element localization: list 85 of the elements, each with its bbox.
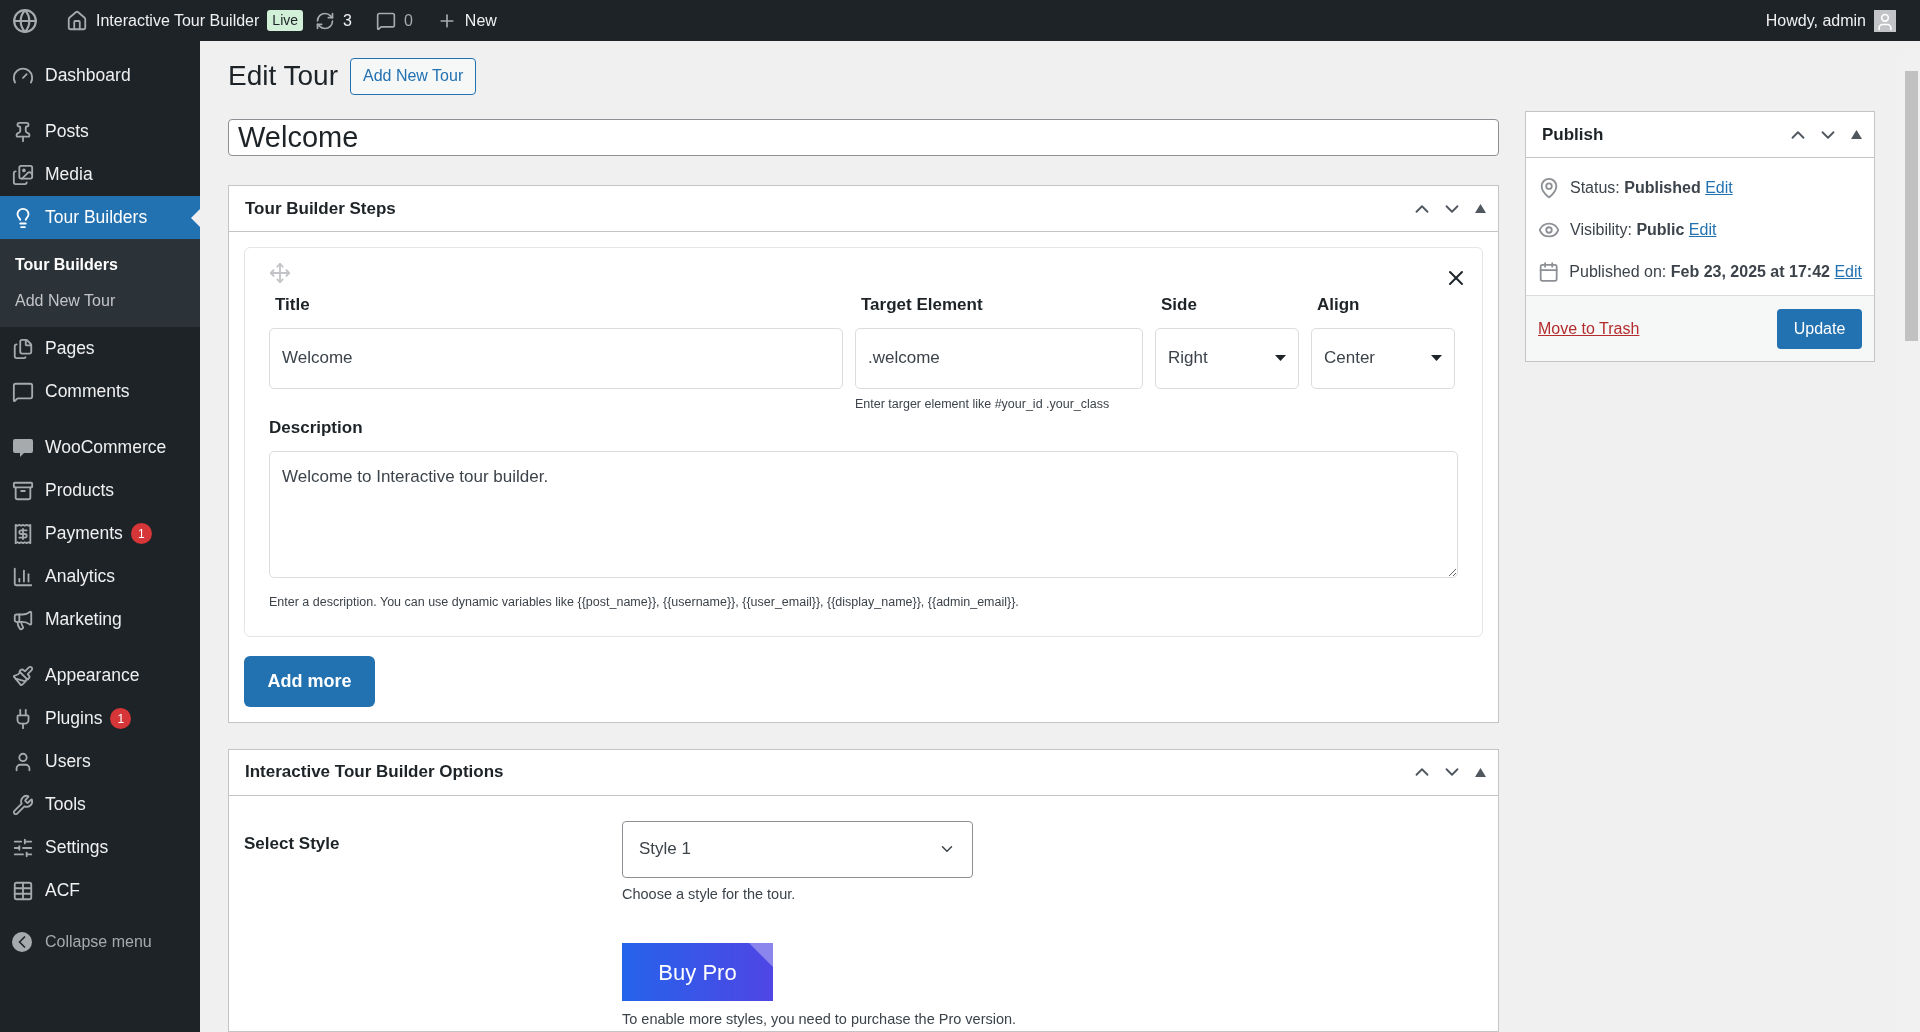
sidebar-item[interactable]: Analytics	[0, 555, 200, 598]
sidebar-item[interactable]: Users	[0, 740, 200, 783]
megaphone-icon	[12, 608, 34, 631]
dropdown-caret-icon	[1275, 355, 1286, 361]
target-hint: Enter targer element like #your_id .your_class	[855, 395, 1111, 413]
title-input[interactable]: Welcome	[269, 327, 843, 389]
sidebar-item[interactable]: Settings	[0, 826, 200, 869]
current-page-pointer	[191, 209, 200, 227]
collapse-menu-button[interactable]: Collapse menu	[0, 922, 200, 962]
add-more-button[interactable]: Add more	[244, 655, 375, 707]
count-badge: 1	[110, 708, 132, 729]
publish-info: Status: Published Edit	[1570, 177, 1733, 198]
comments-count: 0	[403, 10, 413, 31]
sliders-icon	[12, 836, 34, 859]
add-new-tour-button[interactable]: Add New Tour	[350, 57, 477, 95]
collapse-icon[interactable]	[1475, 204, 1486, 213]
speech-bubble-icon	[12, 437, 34, 458]
live-badge: Live	[267, 10, 304, 31]
comments-icon[interactable]	[375, 10, 396, 31]
select-style-label: Select Style	[244, 832, 341, 855]
submenu-item[interactable]: Tour Builders	[0, 247, 200, 283]
greeting-text[interactable]: Howdy, admin	[1765, 8, 1866, 33]
box-title: Interactive Tour Builder Options	[245, 761, 505, 784]
pages-icon	[12, 337, 34, 360]
description-hint: Enter a description. You can use dynamic variables like {{post_name}}, {{username}}, {{user_email}}, {{display_name}}, {{admin_email}}.	[269, 593, 1020, 611]
page-heading: Edit Tour	[228, 59, 338, 93]
publish-info: Visibility: Public Edit	[1570, 219, 1717, 240]
edit-link[interactable]: Edit	[1688, 220, 1717, 238]
align-select[interactable]: Center	[1311, 327, 1455, 389]
sidebar-item[interactable]: Appearance	[0, 654, 200, 697]
sidebar-item[interactable]: Media	[0, 153, 200, 196]
paintbrush-icon	[12, 664, 34, 687]
description-textarea[interactable]: Welcome to Interactive tour builder.	[269, 450, 1458, 578]
sidebar-item[interactable]: Plugins 1	[0, 697, 200, 740]
sidebar-item[interactable]: Comments	[0, 370, 200, 413]
side-select[interactable]: Right	[1155, 327, 1299, 389]
submenu-item[interactable]: Add New Tour	[0, 283, 200, 319]
buy-pro-button[interactable]: Buy Pro	[622, 943, 773, 1002]
move-to-trash-link[interactable]: Move to Trash	[1538, 316, 1640, 341]
sidebar-item[interactable]: Payments 1	[0, 512, 200, 555]
sidebar-item[interactable]: Tools	[0, 783, 200, 826]
publish-info: Published on: Feb 23, 2025 at 17:42 Edit	[1569, 261, 1862, 282]
map-pin-icon	[1538, 176, 1560, 199]
tour-title-input[interactable]: Welcome	[228, 119, 1499, 156]
updates-icon[interactable]	[315, 10, 336, 31]
sidebar-item[interactable]: Products	[0, 469, 200, 512]
field-label: Description	[269, 417, 364, 440]
sidebar-item[interactable]: Pages	[0, 327, 200, 370]
count-badge: 1	[130, 523, 152, 544]
style-hint: Choose a style for the tour.	[622, 884, 797, 904]
style-select[interactable]: Style 1	[622, 820, 973, 878]
calendar-icon	[1538, 260, 1560, 283]
dropdown-caret-icon	[1431, 355, 1442, 361]
update-button[interactable]: Update	[1777, 308, 1862, 349]
field-label: Target Element	[861, 294, 984, 316]
box-title: Publish	[1542, 123, 1605, 146]
site-name-link[interactable]: Interactive Tour Builder	[96, 8, 260, 33]
bar-chart-icon	[12, 565, 34, 588]
target-element-input[interactable]: .welcome	[855, 327, 1143, 389]
table-icon	[12, 879, 34, 902]
avatar-icon[interactable]	[1874, 9, 1896, 32]
new-link[interactable]: New	[464, 8, 497, 33]
images-icon	[12, 163, 34, 186]
archive-icon	[12, 479, 34, 502]
drag-handle-icon[interactable]	[269, 262, 291, 284]
speech-bubble-icon	[12, 380, 34, 403]
edit-link[interactable]: Edit	[1705, 178, 1733, 196]
collapse-icon[interactable]	[1475, 767, 1486, 777]
sidebar-item[interactable]: Tour Builders	[0, 196, 200, 239]
pro-hint: To enable more styles, you need to purchase the Pro version.	[622, 1010, 1017, 1030]
sidebar-item[interactable]: ACF	[0, 869, 200, 912]
updates-count: 3	[343, 10, 352, 31]
sidebar-item[interactable]: Marketing	[0, 598, 200, 641]
sidebar-item[interactable]: Dashboard	[0, 54, 200, 97]
edit-link[interactable]: Edit	[1834, 262, 1862, 280]
box-title: Tour Builder Steps	[245, 197, 397, 220]
collapse-icon[interactable]	[1851, 130, 1862, 139]
sidebar-item[interactable]: WooCommerce	[0, 426, 200, 469]
wrench-icon	[12, 793, 34, 816]
home-icon	[66, 9, 88, 32]
field-label: Side	[1161, 294, 1198, 316]
receipt-icon	[12, 522, 34, 545]
field-label: Title	[275, 294, 311, 316]
field-label: Align	[1317, 294, 1361, 316]
sidebar-item[interactable]: Posts	[0, 110, 200, 153]
